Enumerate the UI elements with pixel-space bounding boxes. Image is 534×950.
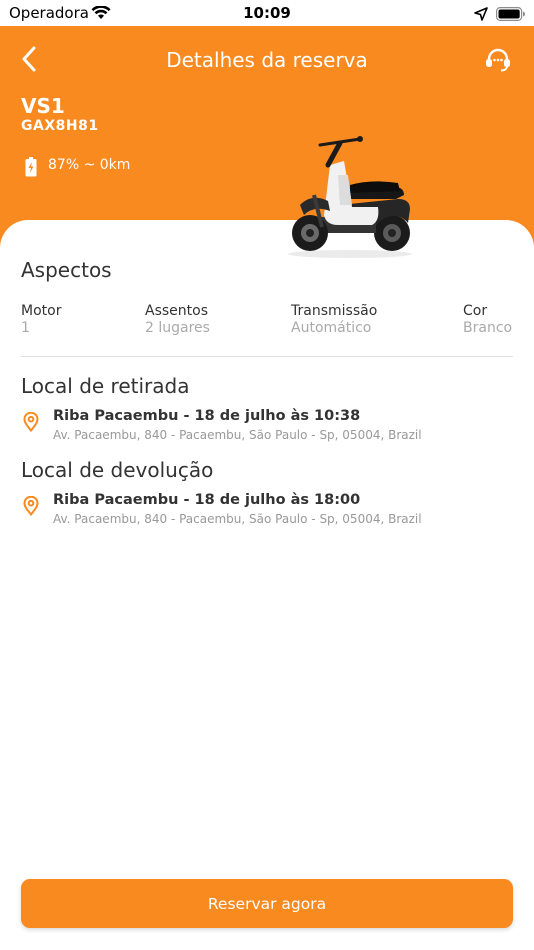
- vehicle-plate: GAX8H81: [21, 118, 99, 134]
- clock: 10:09: [243, 4, 291, 22]
- battery-charge-icon: [25, 157, 37, 181]
- details-card: [0, 220, 534, 950]
- spec-color: Cor Branco: [463, 303, 512, 336]
- map-pin-icon: [23, 495, 39, 520]
- scooter-image: [280, 135, 420, 264]
- vehicle-model: VS1: [21, 94, 65, 118]
- headset-icon: [484, 47, 512, 77]
- reserve-now-button[interactable]: Reservar agora: [21, 879, 513, 928]
- battery-status-icon: [496, 6, 526, 25]
- spec-value: Branco: [463, 320, 513, 336]
- spec-value: Automático: [291, 320, 372, 336]
- pickup-title: Local de retirada: [21, 374, 190, 398]
- status-bar: Operadora 10:09: [0, 0, 534, 26]
- pickup-main: Riba Pacaembu - 18 de julho às 10:38: [53, 408, 361, 424]
- dropoff-main: Riba Pacaembu - 18 de julho às 18:00: [53, 492, 361, 508]
- location-arrow-icon: [474, 6, 488, 25]
- dropoff-title: Local de devolução: [21, 458, 214, 482]
- spec-label: Transmissão: [291, 303, 378, 319]
- dropoff-address: Av. Pacaembu, 840 - Pacaembu, São Paulo …: [53, 512, 422, 526]
- spec-value: 1: [21, 320, 30, 336]
- page-title: Detalhes da reserva: [166, 48, 368, 72]
- spec-motor: Motor 1: [21, 303, 61, 336]
- spec-transmission: Transmissão Automático: [291, 303, 377, 336]
- divider: [21, 356, 513, 357]
- battery-info: 87% ~ 0km: [48, 157, 131, 173]
- aspects-title: Aspectos: [21, 258, 112, 282]
- map-pin-icon: [23, 411, 39, 436]
- support-button[interactable]: [482, 46, 514, 78]
- pickup-address: Av. Pacaembu, 840 - Pacaembu, São Paulo …: [53, 428, 422, 442]
- spec-seats: Assentos 2 lugares: [145, 303, 210, 336]
- spec-label: Assentos: [145, 303, 208, 319]
- spec-value: 2 lugares: [145, 320, 210, 336]
- spec-label: Motor: [21, 303, 62, 319]
- spec-label: Cor: [463, 303, 488, 319]
